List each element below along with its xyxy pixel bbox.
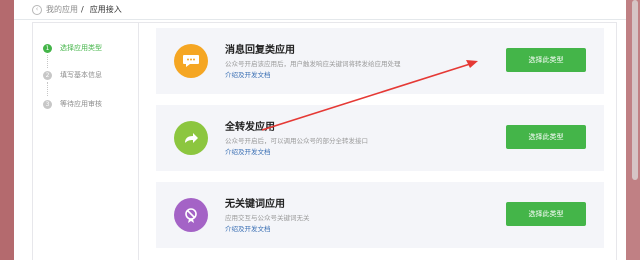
select-type-button[interactable]: 选择此类型 <box>506 202 586 226</box>
step-connector <box>47 55 48 68</box>
card-description: 公众号开启该应用后，用户触发响应关键词将转发给应用处理 <box>225 60 401 68</box>
card-title: 消息回复类应用 <box>225 45 295 56</box>
app-type-card-message-reply: 消息回复类应用 公众号开启该应用后，用户触发响应关键词将转发给应用处理 介绍及开… <box>156 28 604 94</box>
breadcrumb-current: 应用接入 <box>89 5 122 14</box>
step-label: 填写基本信息 <box>60 71 102 79</box>
select-type-button[interactable]: 选择此类型 <box>506 48 586 72</box>
card-description: 应用交互与公众号关键词无关 <box>225 214 310 222</box>
app-type-card-no-keyword: 无关键词应用 应用交互与公众号关键词无关 介绍及开发文档 选择此类型 <box>156 182 604 248</box>
step-label: 等待应用审核 <box>60 100 102 108</box>
step-number: 2 <box>43 70 52 80</box>
docs-link[interactable]: 介绍及开发文档 <box>225 146 271 156</box>
card-title: 全转发应用 <box>225 122 275 133</box>
breadcrumb-parent[interactable]: 我的应用 <box>46 4 78 15</box>
step-3: 3 等待应用审核 <box>43 99 102 109</box>
step-number: 3 <box>43 99 52 109</box>
window-frame-right <box>626 0 640 260</box>
step-sidebar: 1 选择应用类型 2 填写基本信息 3 等待应用审核 <box>33 23 139 260</box>
back-icon[interactable]: ‹ <box>32 4 42 15</box>
scrollbar[interactable] <box>632 0 638 180</box>
docs-link[interactable]: 介绍及开发文档 <box>225 223 271 233</box>
no-keyword-icon <box>174 198 208 232</box>
main-panel: ‹ 我的应用 / 应用接入 1 选择应用类型 2 填写基本信息 3 等待应用审核 <box>14 0 626 260</box>
step-number: 1 <box>43 43 52 53</box>
select-type-button[interactable]: 选择此类型 <box>506 125 586 149</box>
app-type-card-full-forward: 全转发应用 公众号开启后，可以调用公众号的部分全转发接口 介绍及开发文档 选择此… <box>156 105 604 171</box>
step-1: 1 选择应用类型 <box>43 43 102 53</box>
window-frame-left <box>0 0 14 260</box>
content-area: 1 选择应用类型 2 填写基本信息 3 等待应用审核 消息回复类应用 公众号开启… <box>32 22 617 260</box>
breadcrumb-separator: / <box>81 5 84 14</box>
forward-arrow-icon <box>174 121 208 155</box>
chat-bubble-icon <box>174 44 208 78</box>
breadcrumb: ‹ 我的应用 / 应用接入 <box>14 0 626 20</box>
step-connector <box>47 82 48 96</box>
step-2: 2 填写基本信息 <box>43 70 102 80</box>
card-title: 无关键词应用 <box>225 199 285 210</box>
step-label: 选择应用类型 <box>60 44 102 52</box>
docs-link[interactable]: 介绍及开发文档 <box>225 69 271 79</box>
card-description: 公众号开启后，可以调用公众号的部分全转发接口 <box>225 137 368 145</box>
